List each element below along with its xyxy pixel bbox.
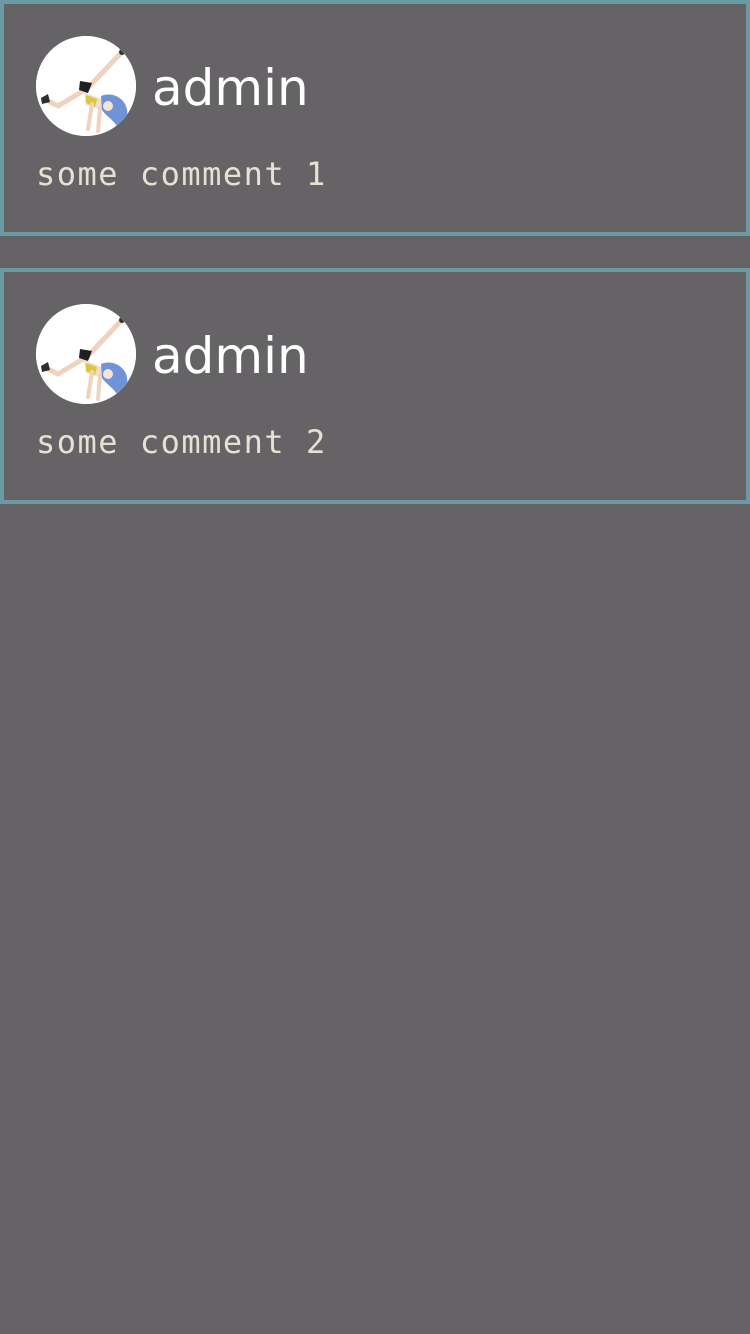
comment-text: some comment 2 xyxy=(36,423,327,461)
comment-author[interactable]: admin xyxy=(152,63,309,113)
comment-text: some comment 1 xyxy=(36,155,327,193)
avatar[interactable] xyxy=(36,36,136,136)
avatar[interactable] xyxy=(36,304,136,404)
comment-header: admin xyxy=(36,304,309,404)
anime-girl-avatar-icon xyxy=(36,304,136,404)
comment-card[interactable]: admin some comment 1 xyxy=(0,0,750,236)
anime-girl-avatar-icon xyxy=(36,36,136,136)
comment-list: admin some comment 1 admin some comment … xyxy=(0,0,750,536)
comment-card[interactable]: admin some comment 2 xyxy=(0,268,750,504)
comment-header: admin xyxy=(36,36,309,136)
comment-author[interactable]: admin xyxy=(152,331,309,381)
